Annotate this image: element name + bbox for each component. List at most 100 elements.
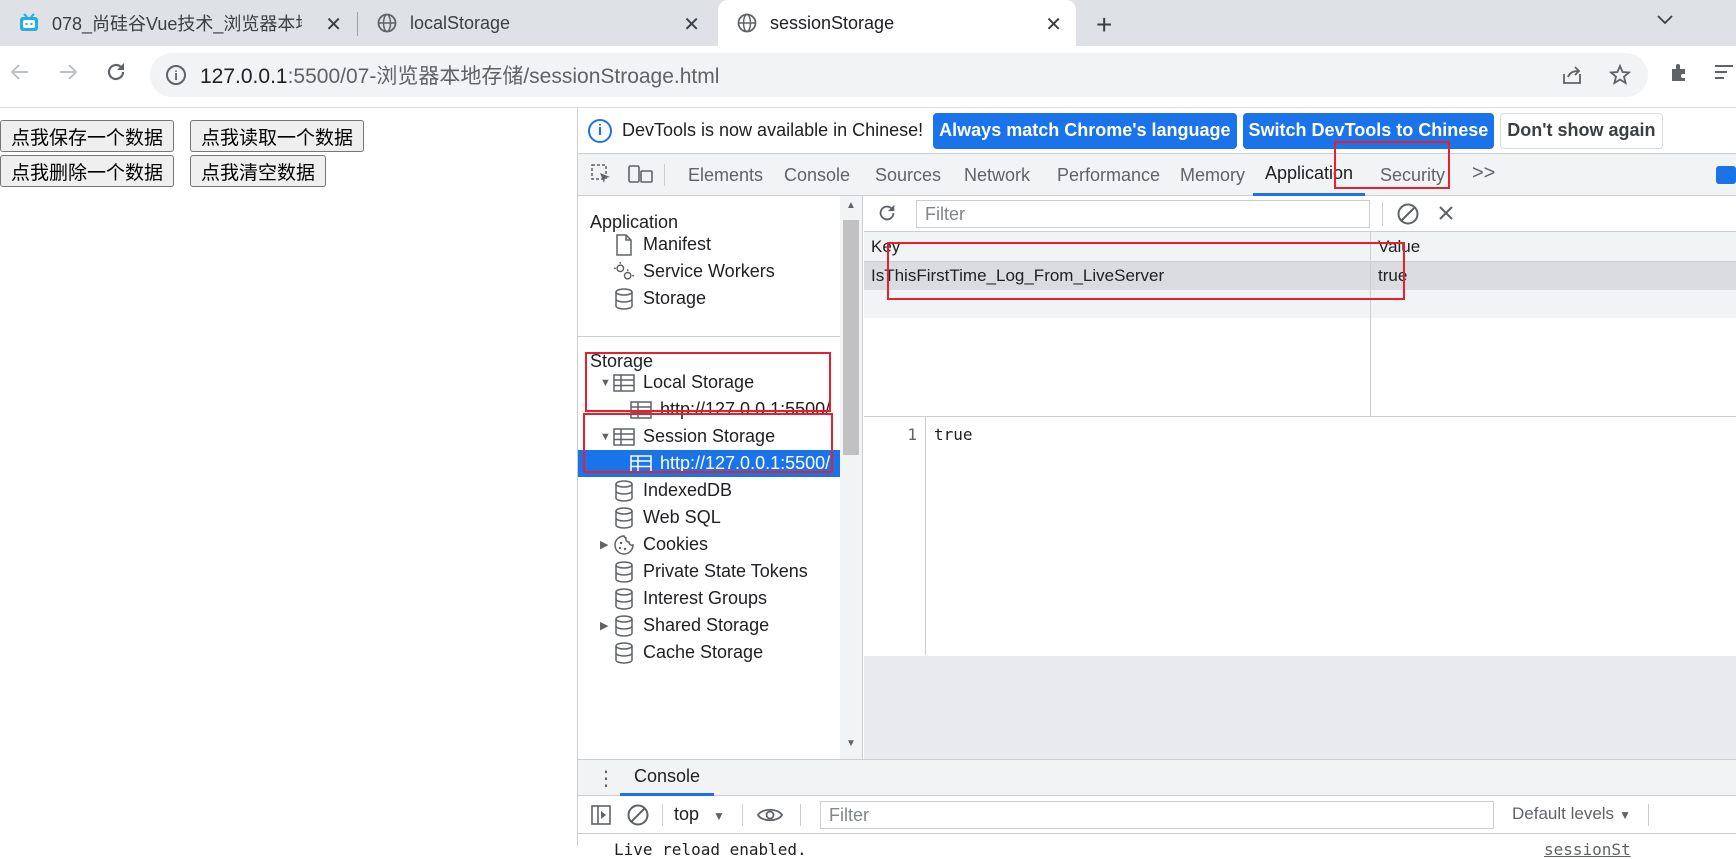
inspect-element-icon[interactable] bbox=[590, 163, 612, 191]
tab-title: 078_尚硅谷Vue技术_浏览器本地 bbox=[52, 14, 302, 34]
sidebar-item-shared-storage[interactable]: ▶ Shared Storage bbox=[578, 612, 862, 639]
collapsed-arrow-icon[interactable]: ▶ bbox=[600, 538, 608, 551]
more-menu-icon[interactable]: ⋮ bbox=[596, 766, 616, 791]
tab-performance[interactable]: Performance bbox=[1045, 154, 1172, 196]
live-expression-eye-icon[interactable] bbox=[756, 804, 784, 831]
more-tabs-icon[interactable]: >> bbox=[1472, 162, 1495, 185]
console-filter-input[interactable]: Filter bbox=[820, 801, 1494, 829]
scrollbar-thumb[interactable] bbox=[843, 220, 859, 455]
delete-selected-icon[interactable] bbox=[1436, 203, 1456, 228]
tab-elements[interactable]: Elements bbox=[676, 154, 775, 196]
tab-network[interactable]: Network bbox=[952, 154, 1042, 196]
bilibili-icon bbox=[18, 12, 40, 34]
issues-badge-icon[interactable] bbox=[1716, 166, 1736, 184]
context-selector[interactable]: top ▼ bbox=[674, 804, 725, 825]
sidebar-item-web-sql[interactable]: Web SQL bbox=[578, 504, 862, 531]
reload-icon[interactable] bbox=[104, 60, 128, 91]
table-row[interactable]: IsThisFirstTime_Log_From_LiveServer true bbox=[864, 262, 1736, 290]
tab-security[interactable]: Security bbox=[1368, 154, 1457, 196]
tab-console[interactable]: Console bbox=[772, 154, 862, 196]
line-gutter: 1 bbox=[864, 417, 926, 655]
sidebar-item-session-storage-origin[interactable]: http://127.0.0.1:5500/ bbox=[578, 450, 841, 477]
tab-title: localStorage bbox=[410, 12, 511, 33]
database-icon bbox=[613, 479, 635, 502]
delete-data-button[interactable]: 点我删除一个数据 bbox=[0, 155, 175, 187]
chevron-down-icon[interactable] bbox=[1656, 10, 1674, 31]
clear-console-icon[interactable] bbox=[626, 803, 650, 832]
expanded-arrow-icon[interactable]: ▼ bbox=[600, 377, 611, 389]
storage-filter-input[interactable]: Filter bbox=[916, 200, 1370, 228]
url-text: 127.0.0.1:5500/07-浏览器本地存储/sessionStroage… bbox=[200, 65, 720, 88]
extensions-puzzle-icon[interactable] bbox=[1668, 60, 1692, 91]
match-language-button[interactable]: Always match Chrome's language bbox=[933, 112, 1237, 149]
table-grid-icon bbox=[613, 372, 635, 394]
close-tab-icon[interactable]: ✕ bbox=[1045, 12, 1062, 37]
clear-data-button[interactable]: 点我清空数据 bbox=[190, 155, 327, 187]
toolbar-separator bbox=[1382, 202, 1383, 226]
sidebar-item-service-workers[interactable]: Service Workers bbox=[578, 258, 862, 285]
sidebar-toggle-icon[interactable] bbox=[590, 804, 612, 831]
sidebar-item-private-state-tokens[interactable]: Private State Tokens bbox=[578, 558, 862, 585]
column-header-value[interactable]: Value bbox=[1371, 232, 1420, 262]
tab-sources[interactable]: Sources bbox=[863, 154, 953, 196]
sidebar-item-cookies[interactable]: ▶ Cookies bbox=[578, 531, 862, 558]
drawer-tab-console[interactable]: Console bbox=[620, 760, 715, 796]
tab-memory[interactable]: Memory bbox=[1168, 154, 1257, 196]
database-icon bbox=[613, 587, 635, 610]
browser-tab-localstorage[interactable]: localStorage ✕ bbox=[358, 0, 714, 46]
read-data-button[interactable]: 点我读取一个数据 bbox=[190, 120, 365, 152]
site-info-icon[interactable]: i bbox=[166, 65, 186, 85]
sidebar-header-application: Application bbox=[590, 212, 679, 232]
sidebar-item-session-storage[interactable]: ▼ Session Storage bbox=[578, 423, 862, 450]
cell-key: IsThisFirstTime_Log_From_LiveServer bbox=[871, 266, 1165, 285]
browser-tab-bilibili[interactable]: 078_尚硅谷Vue技术_浏览器本地 ✕ bbox=[0, 0, 356, 46]
expanded-arrow-icon[interactable]: ▼ bbox=[600, 431, 611, 443]
sidebar-item-label: http://127.0.0.1:5500/ bbox=[660, 399, 831, 419]
storage-table-header: Key Value bbox=[864, 232, 1736, 262]
sidebar-scrollbar[interactable]: ▲ ▼ bbox=[840, 196, 862, 759]
column-header-key[interactable]: Key bbox=[864, 232, 900, 262]
console-log-source-link[interactable]: sessionSt bbox=[1544, 840, 1631, 859]
sidebar-item-manifest[interactable]: Manifest bbox=[578, 231, 862, 258]
sidebar-item-interest-groups[interactable]: Interest Groups bbox=[578, 585, 862, 612]
device-toolbar-icon[interactable] bbox=[628, 163, 654, 191]
sidebar-item-local-storage-origin[interactable]: http://127.0.0.1:5500/ bbox=[578, 396, 862, 423]
sidebar-item-label: Cookies bbox=[643, 534, 709, 554]
save-data-button[interactable]: 点我保存一个数据 bbox=[0, 120, 175, 152]
sidebar-item-label: Session Storage bbox=[643, 426, 776, 446]
preview-value-text: true bbox=[934, 425, 973, 444]
reading-list-icon[interactable] bbox=[1712, 60, 1736, 91]
switch-chinese-button[interactable]: Switch DevTools to Chinese bbox=[1242, 112, 1495, 149]
back-arrow-icon[interactable] bbox=[8, 60, 32, 91]
drawer-tabbar: ⋮ Console bbox=[578, 760, 1736, 796]
table-grid-icon bbox=[630, 399, 652, 421]
dont-show-again-button[interactable]: Don't show again bbox=[1500, 112, 1663, 149]
clear-all-icon[interactable] bbox=[1396, 202, 1420, 231]
line-number: 1 bbox=[907, 425, 917, 444]
dropdown-arrow-icon: ▼ bbox=[713, 809, 725, 823]
new-tab-plus-icon[interactable]: + bbox=[1096, 9, 1112, 41]
forward-arrow-icon[interactable] bbox=[56, 60, 80, 91]
sidebar-item-storage[interactable]: Storage bbox=[578, 285, 862, 312]
scroll-up-arrow-icon[interactable]: ▲ bbox=[846, 200, 856, 211]
close-tab-icon[interactable]: ✕ bbox=[683, 12, 700, 37]
database-icon bbox=[613, 506, 635, 529]
sidebar-item-indexeddb[interactable]: IndexedDB bbox=[578, 477, 862, 504]
sidebar-item-label: Shared Storage bbox=[643, 615, 770, 635]
close-tab-icon[interactable]: ✕ bbox=[325, 12, 342, 37]
sidebar-item-cache-storage[interactable]: Cache Storage bbox=[578, 639, 862, 666]
browser-tab-sessionstorage[interactable]: sessionStorage ✕ bbox=[718, 0, 1076, 46]
refresh-icon[interactable] bbox=[876, 202, 898, 229]
log-levels-dropdown[interactable]: Default levels ▼ bbox=[1512, 804, 1631, 824]
toolbar-separator bbox=[664, 164, 665, 186]
sidebar-item-local-storage[interactable]: ▼ Local Storage bbox=[578, 369, 862, 396]
share-icon[interactable] bbox=[1560, 63, 1584, 93]
bookmark-star-icon[interactable] bbox=[1608, 63, 1632, 93]
value-preview: 1 true bbox=[864, 416, 1736, 656]
table-row-empty[interactable] bbox=[864, 290, 1736, 318]
scroll-down-arrow-icon[interactable]: ▼ bbox=[846, 738, 856, 749]
tab-application[interactable]: Application bbox=[1253, 154, 1366, 196]
cell-value: true bbox=[1378, 266, 1408, 285]
collapsed-arrow-icon[interactable]: ▶ bbox=[600, 619, 608, 632]
address-bar[interactable]: i 127.0.0.1:5500/07-浏览器本地存储/sessionStroa… bbox=[150, 53, 1648, 97]
